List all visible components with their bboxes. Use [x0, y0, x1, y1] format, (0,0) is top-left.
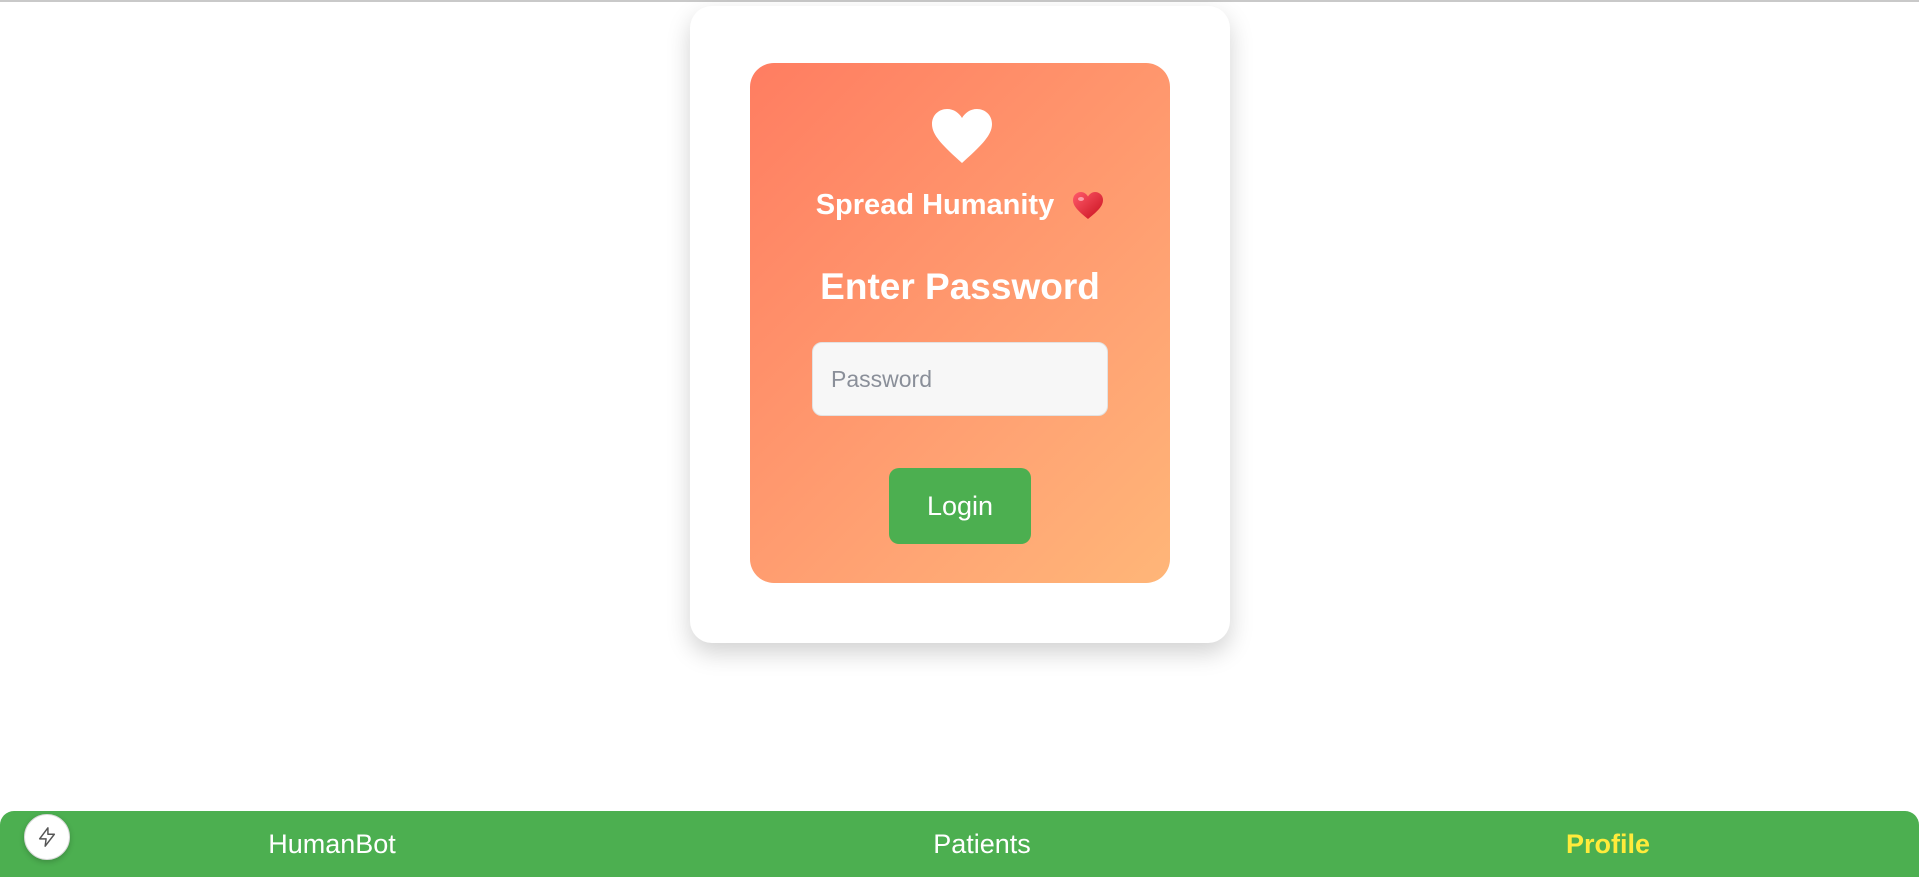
- heart-icon: [932, 109, 992, 163]
- page-title: Enter Password: [820, 266, 1100, 307]
- nav-item-profile[interactable]: Profile: [1508, 811, 1708, 877]
- nav-item-patients[interactable]: Patients: [882, 811, 1082, 877]
- quick-action-button[interactable]: [24, 814, 70, 860]
- brand-name: Spread Humanity: [815, 189, 1055, 221]
- red-heart-icon: [1073, 192, 1104, 220]
- login-card: Spread Humanity Enter Password Login: [690, 6, 1230, 643]
- password-input[interactable]: [812, 342, 1108, 416]
- login-panel: Spread Humanity Enter Password Login: [750, 63, 1170, 583]
- bottom-navigation: HumanBot Patients Profile: [0, 811, 1919, 877]
- lightning-icon: [38, 827, 56, 847]
- top-divider: [0, 0, 1919, 2]
- login-button[interactable]: Login: [889, 468, 1031, 544]
- brand-title: Spread Humanity: [750, 187, 1170, 223]
- nav-item-humanbot[interactable]: HumanBot: [232, 811, 432, 877]
